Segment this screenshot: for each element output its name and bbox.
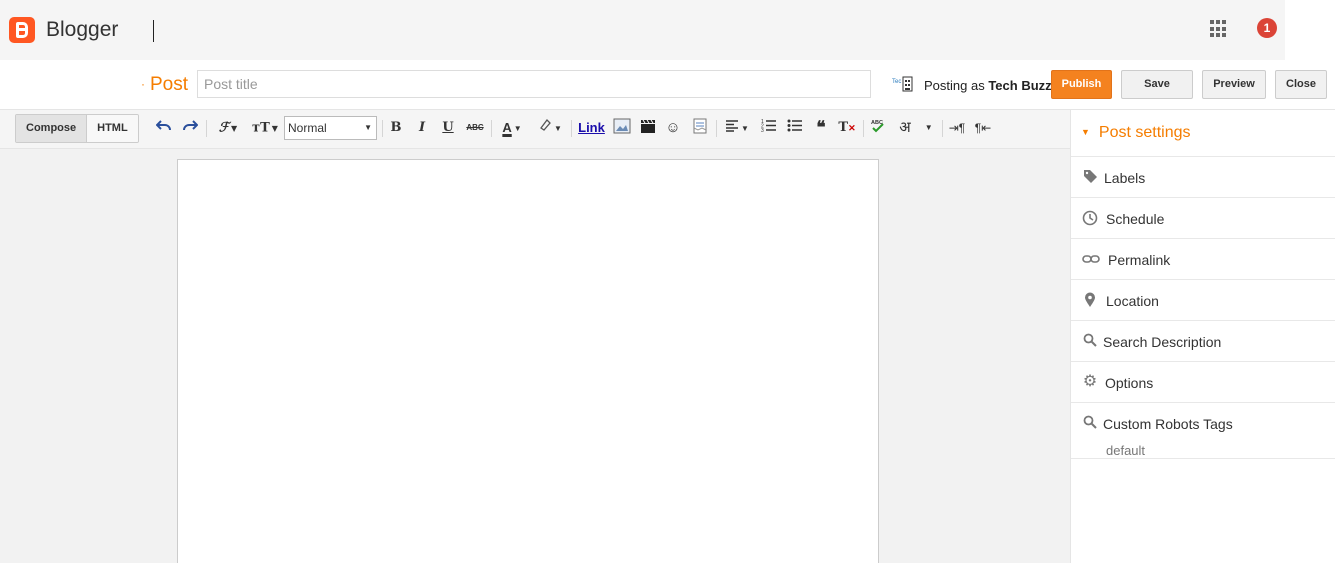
collapse-triangle-icon: ▼: [1081, 127, 1090, 137]
post-label: Post: [150, 74, 189, 95]
tab-compose[interactable]: Compose: [16, 115, 88, 142]
robots-tags-value: default: [1106, 443, 1146, 458]
font-size-icon[interactable]: тT ▼: [250, 118, 280, 138]
italic-icon[interactable]: I: [415, 118, 429, 138]
undo-icon[interactable]: [155, 118, 173, 138]
svg-text:3: 3: [761, 128, 764, 132]
svg-text:Tec: Tec: [892, 79, 901, 85]
sidebar-item-search-description[interactable]: Search Description: [1071, 320, 1335, 361]
ltr-icon[interactable]: ⇥¶: [948, 118, 966, 138]
post-title-input[interactable]: [197, 70, 871, 98]
post-body-editor[interactable]: [177, 159, 879, 563]
clock-icon: [1082, 210, 1098, 226]
text-cursor: [153, 20, 154, 42]
sidebar-item-schedule[interactable]: Schedule: [1071, 197, 1335, 238]
save-button[interactable]: Save: [1121, 70, 1193, 99]
search-icon: [1082, 333, 1098, 349]
remove-format-icon[interactable]: T✕: [838, 118, 856, 138]
align-icon[interactable]: ▼: [722, 118, 752, 138]
spellcheck-icon[interactable]: ABC: [869, 118, 887, 138]
bold-icon[interactable]: B: [389, 118, 403, 138]
rtl-icon[interactable]: ¶⇤: [974, 118, 992, 138]
sidebar-item-location[interactable]: Location: [1071, 279, 1335, 320]
editor-mode-tabs: Compose HTML: [15, 114, 139, 143]
search-icon: [1082, 415, 1098, 431]
link-button[interactable]: Link: [578, 118, 605, 138]
blog-name: Tech Buzz: [988, 78, 1052, 93]
close-button[interactable]: Close: [1275, 70, 1327, 99]
top-bar: Blogger 1: [0, 0, 1285, 60]
text-color-icon[interactable]: A ▼: [498, 118, 526, 138]
highlight-icon[interactable]: ▼: [535, 118, 565, 138]
strikethrough-icon[interactable]: ABC: [465, 118, 485, 138]
quote-icon[interactable]: ❝: [812, 118, 830, 138]
insert-image-icon[interactable]: [612, 118, 632, 138]
post-dot-icon: ·: [141, 77, 145, 91]
sidebar-item-custom-robots-tags[interactable]: Custom Robots Tags default: [1071, 402, 1335, 459]
post-settings-sidebar: ▼ Post settings Labels Schedule Permalink…: [1070, 110, 1335, 563]
sidebar-item-labels[interactable]: Labels: [1071, 156, 1335, 197]
underline-icon[interactable]: U: [441, 118, 455, 138]
publish-button[interactable]: Publish: [1051, 70, 1112, 99]
apps-grid-icon[interactable]: [1210, 20, 1228, 38]
brand-name[interactable]: Blogger: [46, 18, 118, 42]
posting-as-text: Posting as Tech Buzz: [924, 78, 1052, 93]
insert-video-icon[interactable]: [638, 118, 658, 138]
blog-avatar-icon: Tec: [892, 76, 913, 92]
gear-icon: ⚙: [1082, 373, 1098, 390]
post-header: · Post Tec Posting as Tech Buzz Publish …: [0, 60, 1335, 110]
preview-button[interactable]: Preview: [1202, 70, 1266, 99]
insert-jump-break-icon[interactable]: [690, 118, 710, 138]
notification-badge[interactable]: 1: [1257, 18, 1277, 38]
paragraph-format-select[interactable]: Normal ▼: [284, 116, 377, 140]
bulleted-list-icon[interactable]: [786, 118, 804, 138]
tab-html[interactable]: HTML: [87, 115, 138, 142]
editor-toolbar: Compose HTML ℱ ▼ тT ▼ Normal ▼ B I U ABC A ▼…: [0, 110, 1071, 149]
redo-icon[interactable]: [181, 118, 199, 138]
tag-icon: [1082, 169, 1098, 185]
link-icon: [1082, 251, 1100, 267]
sidebar-item-permalink[interactable]: Permalink: [1071, 238, 1335, 279]
post-settings-header[interactable]: ▼ Post settings: [1081, 124, 1191, 142]
sidebar-item-options[interactable]: ⚙ Options: [1071, 361, 1335, 402]
blogger-logo-icon[interactable]: [9, 17, 35, 43]
numbered-list-icon[interactable]: 123: [760, 118, 778, 138]
font-family-icon[interactable]: ℱ ▼: [213, 118, 243, 138]
insert-emoji-icon[interactable]: ☺: [663, 118, 683, 138]
transliterate-icon[interactable]: अ ▼: [895, 118, 937, 138]
pin-icon: [1082, 292, 1098, 308]
